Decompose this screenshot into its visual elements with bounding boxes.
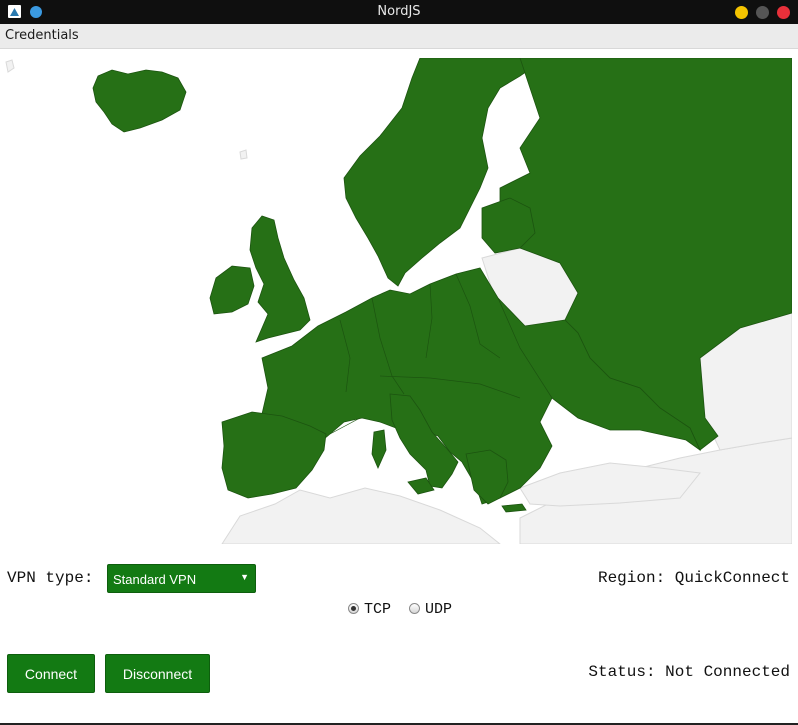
tcp-radio[interactable]: [348, 603, 359, 614]
status-label: Status: Not Connected: [588, 663, 790, 681]
maximize-button[interactable]: [756, 6, 769, 19]
map-greenland-tip: [5, 59, 15, 73]
disconnect-button[interactable]: Disconnect: [105, 654, 210, 693]
map-great-britain: [249, 215, 311, 343]
title-bar: NordJS: [0, 0, 798, 24]
minimize-button[interactable]: [735, 6, 748, 19]
map-north-africa: [221, 487, 501, 544]
connect-button[interactable]: Connect: [7, 654, 95, 693]
vpn-type-select[interactable]: Standard VPN ▼: [107, 564, 256, 593]
server-map[interactable]: [0, 58, 792, 544]
dropdown-arrow-icon: ▼: [240, 572, 249, 582]
map-crete: [501, 503, 527, 513]
map-ireland: [209, 265, 255, 315]
region-label: Region: QuickConnect: [597, 569, 790, 587]
map-iceland: [92, 69, 187, 133]
tcp-label: TCP: [364, 601, 392, 618]
map-sardinia: [371, 429, 387, 469]
map-faroe: [239, 149, 248, 160]
menu-credentials[interactable]: Credentials: [5, 28, 79, 43]
menu-bar: Credentials: [0, 24, 798, 49]
vpn-type-value: Standard VPN: [113, 572, 197, 587]
udp-label: UDP: [425, 601, 453, 618]
window-title: NordJS: [377, 4, 421, 19]
vpn-type-label: VPN type:: [7, 569, 94, 587]
udp-radio[interactable]: [409, 603, 420, 614]
close-button[interactable]: [777, 6, 790, 19]
